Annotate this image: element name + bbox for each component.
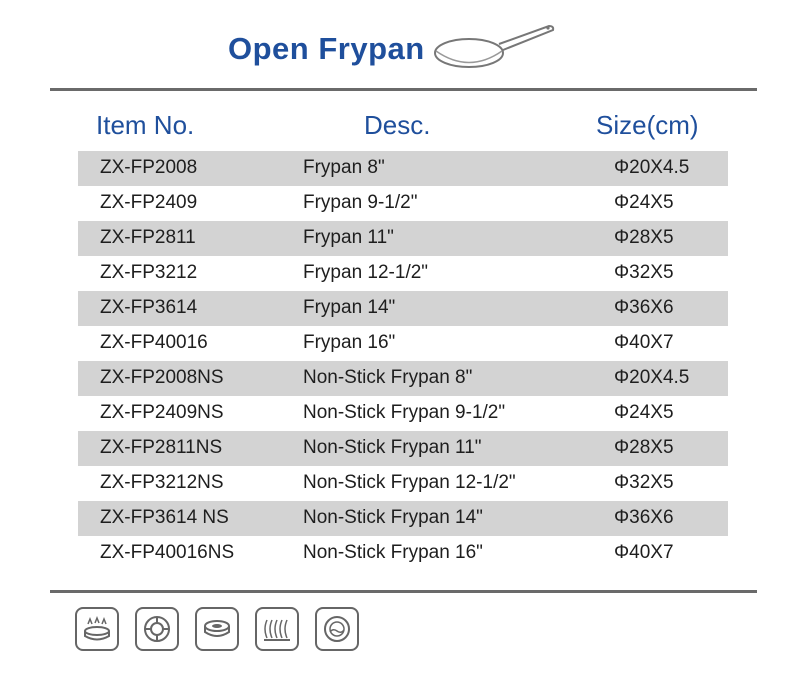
description-cell: Frypan 14" <box>303 297 396 318</box>
description-cell: Frypan 12-1/2" <box>303 262 429 283</box>
header-desc: Desc. <box>364 110 431 140</box>
halogen-icon <box>255 607 299 651</box>
description-cell: Frypan 8" <box>303 157 385 178</box>
table-row: ZX-FP2811NS Non-Stick Frypan 11" Φ28X5 <box>78 431 728 466</box>
bottom-divider <box>50 590 757 593</box>
size-cell: Φ32X5 <box>614 472 674 493</box>
item-number-cell: ZX-FP2008 <box>100 157 198 178</box>
item-number-cell: ZX-FP3212 <box>100 262 198 283</box>
title-block: Open Frypan <box>228 14 557 84</box>
description-cell: Frypan 9-1/2" <box>303 192 418 213</box>
table-row: ZX-FP2409 Frypan 9-1/2" Φ24X5 <box>78 186 728 221</box>
description-cell: Frypan 16" <box>303 332 396 353</box>
frypan-icon <box>433 24 554 68</box>
header-item-no: Item No. <box>96 110 195 140</box>
item-number-cell: ZX-FP3212NS <box>100 472 224 493</box>
item-number-cell: ZX-FP2409 <box>100 192 198 213</box>
size-cell: Φ40X7 <box>614 542 674 563</box>
table-row: ZX-FP3614 Frypan 14" Φ36X6 <box>78 291 728 326</box>
header-size: Size(cm) <box>596 110 699 140</box>
size-cell: Φ32X5 <box>614 262 674 283</box>
gas-stove-icon <box>75 607 119 651</box>
table-row: ZX-FP3212 Frypan 12-1/2" Φ32X5 <box>78 256 728 291</box>
size-cell: Φ20X4.5 <box>614 367 690 388</box>
induction-icon <box>315 607 359 651</box>
ceramic-hob-icon <box>195 607 239 651</box>
page-title: Open Frypan <box>228 31 425 66</box>
table-row: ZX-FP40016 Frypan 16" Φ40X7 <box>78 326 728 361</box>
table-row: ZX-FP2409NS Non-Stick Frypan 9-1/2" Φ24X5 <box>78 396 728 431</box>
table-row: ZX-FP2811 Frypan 11" Φ28X5 <box>78 221 728 256</box>
item-number-cell: ZX-FP40016NS <box>100 542 235 563</box>
cooktop-icons <box>75 607 359 651</box>
size-cell: Φ20X4.5 <box>614 157 690 178</box>
description-cell: Non-Stick Frypan 8" <box>303 367 473 388</box>
table-row: ZX-FP2008NS Non-Stick Frypan 8" Φ20X4.5 <box>78 361 728 396</box>
size-cell: Φ28X5 <box>614 437 674 458</box>
product-table: ZX-FP2008 Frypan 8" Φ20X4.5 ZX-FP2409 Frypan… <box>78 151 728 571</box>
table-row: ZX-FP40016NS Non-Stick Frypan 16" Φ40X7 <box>78 536 728 571</box>
size-cell: Φ24X5 <box>614 402 674 423</box>
table-row: ZX-FP3212NS Non-Stick Frypan 12-1/2" Φ32X5 <box>78 466 728 501</box>
item-number-cell: ZX-FP2409NS <box>100 402 224 423</box>
description-cell: Non-Stick Frypan 14" <box>303 507 483 528</box>
item-number-cell: ZX-FP2008NS <box>100 367 224 388</box>
size-cell: Φ40X7 <box>614 332 674 353</box>
size-cell: Φ36X6 <box>614 507 674 528</box>
item-number-cell: ZX-FP2811NS <box>100 437 223 458</box>
item-number-cell: ZX-FP3614 <box>100 297 198 318</box>
size-cell: Φ28X5 <box>614 227 674 248</box>
description-cell: Frypan 11" <box>303 227 394 248</box>
description-cell: Non-Stick Frypan 9-1/2" <box>303 402 506 423</box>
item-number-cell: ZX-FP3614 NS <box>100 507 229 528</box>
item-number-cell: ZX-FP2811 <box>100 227 196 248</box>
table-row: ZX-FP3614 NS Non-Stick Frypan 14" Φ36X6 <box>78 501 728 536</box>
size-cell: Φ36X6 <box>614 297 674 318</box>
table-row: ZX-FP2008 Frypan 8" Φ20X4.5 <box>78 151 728 186</box>
top-divider <box>50 88 757 91</box>
item-number-cell: ZX-FP40016 <box>100 332 208 353</box>
size-cell: Φ24X5 <box>614 192 674 213</box>
description-cell: Non-Stick Frypan 16" <box>303 542 483 563</box>
electric-stove-icon <box>135 607 179 651</box>
description-cell: Non-Stick Frypan 12-1/2" <box>303 472 516 493</box>
description-cell: Non-Stick Frypan 11" <box>303 437 482 458</box>
